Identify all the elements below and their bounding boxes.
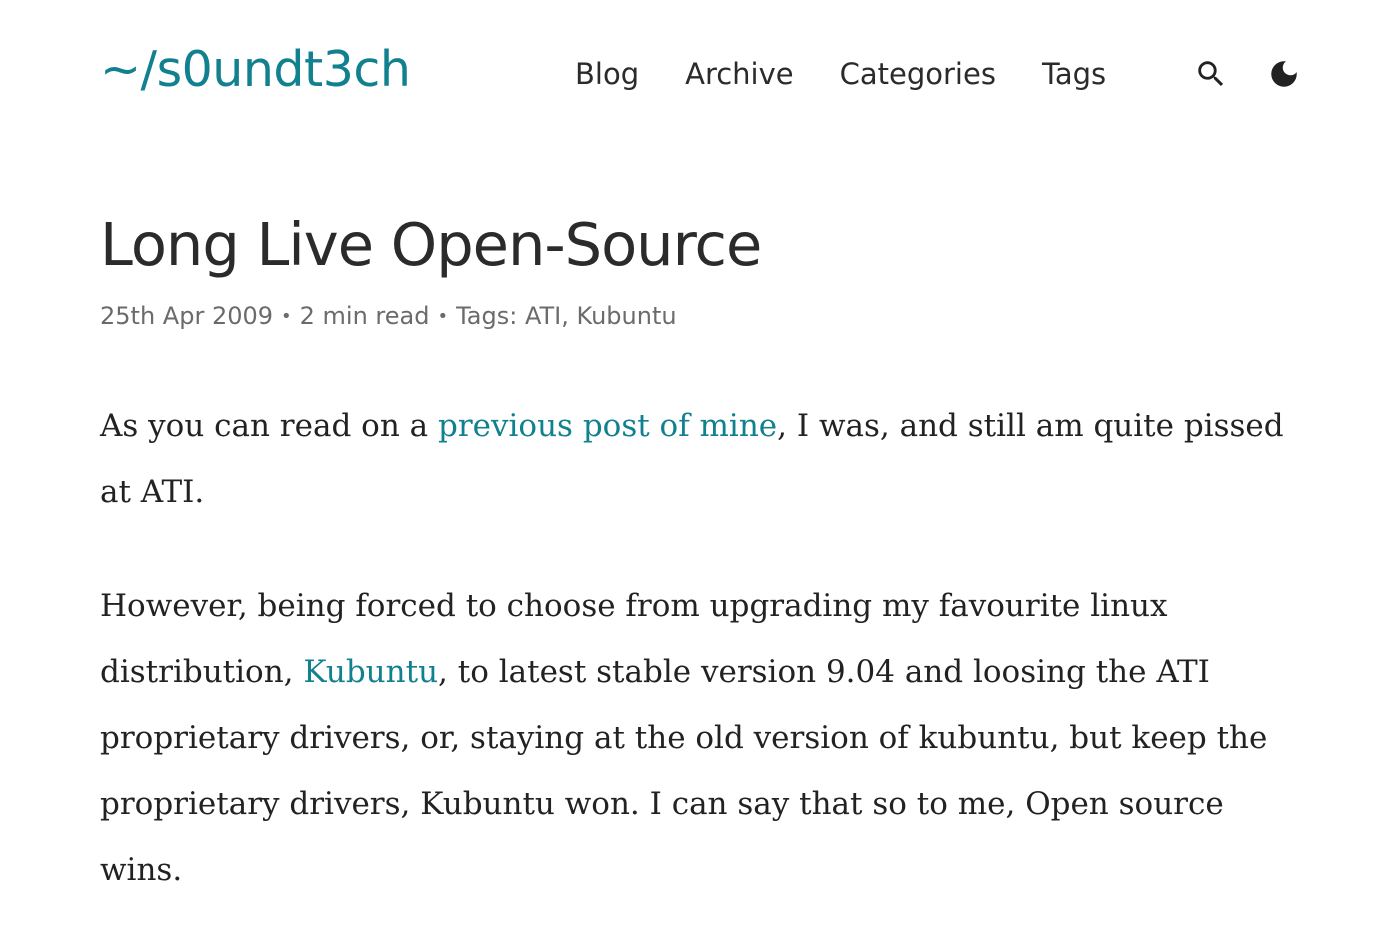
previous-post-link[interactable]: previous post of mine <box>438 408 777 444</box>
paragraph-1: As you can read on a previous post of mi… <box>100 393 1310 525</box>
nav-tags[interactable]: Tags <box>1042 52 1106 96</box>
tag-link-ati[interactable]: ATI <box>525 302 561 330</box>
post-read-time: 2 min read <box>299 302 430 330</box>
theme-toggle-button[interactable] <box>1264 54 1304 94</box>
post-body: As you can read on a previous post of mi… <box>100 393 1310 903</box>
site-logo[interactable]: ~/s0undt3ch <box>100 38 411 102</box>
nav-archive[interactable]: Archive <box>685 52 794 96</box>
search-icon <box>1198 61 1224 87</box>
nav-blog[interactable]: Blog <box>575 52 639 96</box>
moon-icon <box>1271 61 1297 87</box>
nav-categories[interactable]: Categories <box>840 52 996 96</box>
meta-separator: • <box>437 306 449 327</box>
paragraph-2: However, being forced to choose from upg… <box>100 573 1310 903</box>
meta-separator: • <box>281 306 292 327</box>
search-button[interactable] <box>1191 54 1231 94</box>
tag-link-kubuntu[interactable]: Kubuntu <box>577 302 677 330</box>
kubuntu-link[interactable]: Kubuntu <box>303 654 438 690</box>
post-title: Long Live Open-Source <box>100 210 762 279</box>
main-nav: Blog Archive Categories Tags <box>575 52 1106 96</box>
post-date: 25th Apr 2009 <box>100 302 274 330</box>
site-header: ~/s0undt3ch Blog Archive Categories Tags <box>0 0 1400 150</box>
paragraph-text: As you can read on a <box>100 408 438 444</box>
post: Long Live Open-Source 25th Apr 2009 • 2 mi… <box>100 200 1310 951</box>
post-meta: 25th Apr 2009 • 2 min read • Tags: ATI, Kubu… <box>100 300 1310 333</box>
tags-label: Tags: <box>456 302 518 330</box>
tag-separator: , <box>561 302 569 330</box>
